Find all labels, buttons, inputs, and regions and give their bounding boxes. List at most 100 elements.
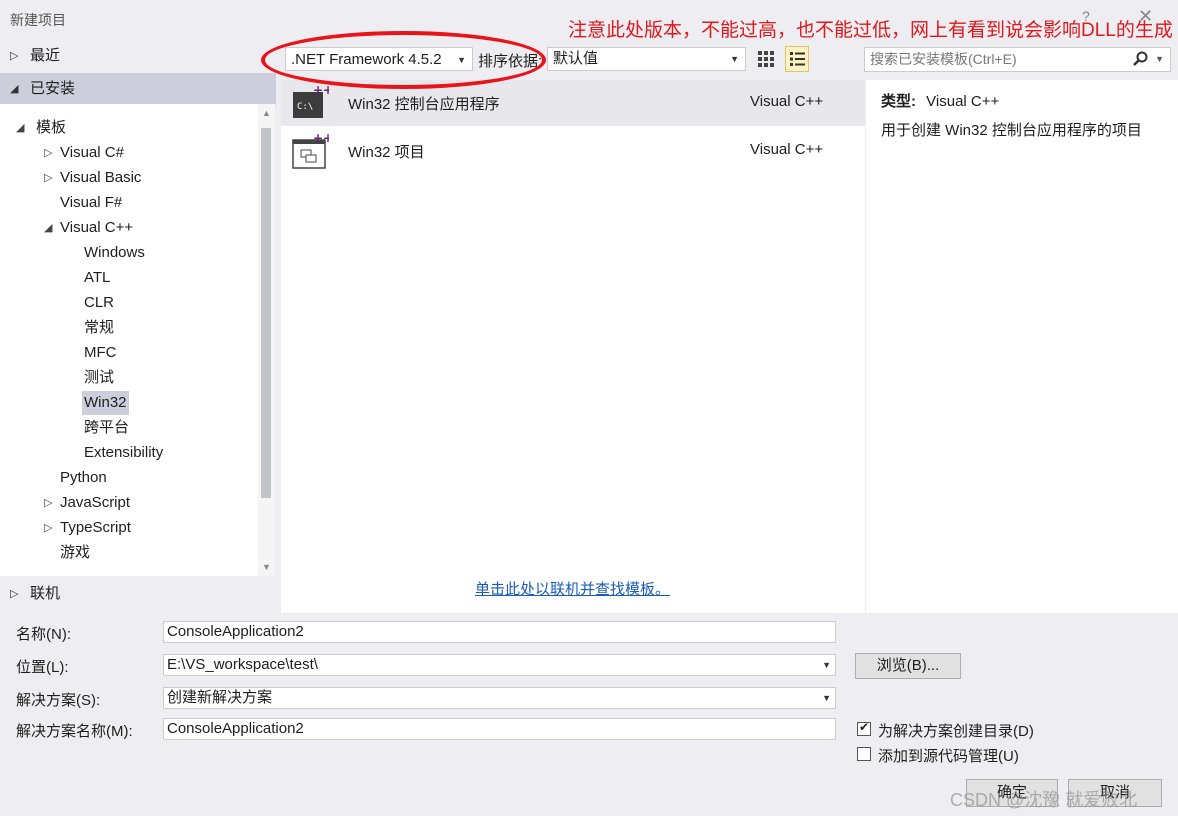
chevron-right-icon: ▷ bbox=[10, 588, 19, 600]
window-title: 新建项目 bbox=[10, 12, 66, 28]
tree-item-label: Python bbox=[60, 469, 107, 486]
installed-section[interactable]: ◢ 已安装 bbox=[0, 73, 276, 105]
tree-item[interactable]: 跨平台 bbox=[0, 416, 258, 440]
recent-label: 最近 bbox=[30, 47, 61, 64]
tree-item-label: CLR bbox=[84, 294, 115, 311]
chevron-right-icon[interactable]: ▷ bbox=[44, 141, 52, 165]
search-input[interactable]: 搜索已安装模板(Ctrl+E) ▼ bbox=[864, 47, 1171, 72]
solution-name-field[interactable]: ConsoleApplication2 bbox=[163, 718, 836, 740]
tree-item-label: 测试 bbox=[84, 369, 115, 386]
recent-section[interactable]: ▷ 最近 bbox=[0, 40, 276, 72]
sort-value: 默认值 bbox=[553, 50, 599, 67]
name-label: 名称(N): bbox=[16, 626, 71, 643]
tree-item[interactable]: MFC bbox=[0, 341, 258, 365]
svg-text:++: ++ bbox=[313, 84, 329, 97]
tree-item-label: Win32 bbox=[82, 391, 129, 415]
solution-label: 解决方案(S): bbox=[16, 692, 101, 709]
template-language: Visual C++ bbox=[750, 141, 824, 158]
dropdown-arrow-icon: ▼ bbox=[822, 660, 831, 670]
tree-item-label: Visual Basic bbox=[60, 169, 142, 186]
type-label: 类型: bbox=[881, 93, 916, 110]
tree-item[interactable]: CLR bbox=[0, 291, 258, 315]
console-template-icon: C:\ ++ bbox=[291, 83, 333, 122]
list-view-icon[interactable] bbox=[785, 46, 809, 72]
tree-item[interactable]: Visual F# bbox=[0, 191, 258, 215]
details-panel bbox=[866, 80, 1178, 613]
tree-item[interactable]: ▷ JavaScript bbox=[0, 491, 258, 515]
solution-select[interactable]: 创建新解决方案 ▼ bbox=[163, 687, 836, 709]
template-item-win32-project[interactable]: ++ Win32 项目 Visual C++ bbox=[281, 128, 865, 174]
tree-item[interactable]: ATL bbox=[0, 266, 258, 290]
tree-item-label: 常规 bbox=[84, 319, 115, 336]
window-template-icon: ++ bbox=[291, 131, 333, 170]
installed-label: 已安装 bbox=[30, 80, 76, 97]
tree-item-label: Extensibility bbox=[84, 444, 164, 461]
tree-item-label: Visual C++ bbox=[60, 219, 134, 236]
template-list: C:\ ++ Win32 控制台应用程序 Visual C++ ++ Win32… bbox=[281, 80, 865, 613]
template-name: Win32 控制台应用程序 bbox=[348, 96, 500, 113]
tree-item-label: Visual F# bbox=[60, 194, 123, 211]
dropdown-arrow-icon: ▼ bbox=[730, 54, 739, 64]
scrollbar-thumb[interactable] bbox=[261, 128, 271, 498]
template-description: 用于创建 Win32 控制台应用程序的项目 bbox=[881, 122, 1142, 139]
annotation-ellipse bbox=[261, 31, 546, 89]
online-section[interactable]: ▷ 联机 bbox=[0, 578, 276, 610]
dropdown-arrow-icon[interactable]: ▼ bbox=[1155, 48, 1164, 71]
tree-item[interactable]: 常规 bbox=[0, 316, 258, 340]
tree-item[interactable]: Windows bbox=[0, 241, 258, 265]
source-control-checkbox[interactable] bbox=[857, 747, 871, 761]
create-directory-label: 为解决方案创建目录(D) bbox=[878, 723, 1034, 740]
tree-item-label: ATL bbox=[84, 269, 111, 286]
chevron-right-icon[interactable]: ▷ bbox=[44, 516, 52, 540]
online-label: 联机 bbox=[30, 585, 61, 602]
location-field[interactable]: E:\VS_workspace\test\ ▼ bbox=[163, 654, 836, 676]
annotation-note: 注意此处版本，不能过高，也不能过低，网上有看到说会影响DLL的生成 bbox=[568, 20, 1173, 41]
solution-name-label: 解决方案名称(M): bbox=[16, 723, 133, 740]
browse-button[interactable]: 浏览(B)... bbox=[855, 653, 961, 679]
tree-item[interactable]: Extensibility bbox=[0, 441, 258, 465]
tree-item[interactable]: ▷ Visual C# bbox=[0, 141, 258, 165]
svg-text:++: ++ bbox=[313, 132, 329, 145]
tree-item-label: 模板 bbox=[36, 119, 67, 136]
template-name: Win32 项目 bbox=[348, 144, 425, 161]
search-placeholder: 搜索已安装模板(Ctrl+E) bbox=[870, 51, 1017, 67]
template-tree[interactable]: ◢ 模板 ▷ Visual C# ▷ Visual Basic Visual F# ◢ Visu… bbox=[0, 104, 258, 576]
tree-item[interactable]: ▷ Visual Basic bbox=[0, 166, 258, 190]
chevron-right-icon: ▷ bbox=[10, 50, 19, 62]
tree-item[interactable]: ▷ TypeScript bbox=[0, 516, 258, 540]
tree-item[interactable]: Python bbox=[0, 466, 258, 490]
search-icon[interactable] bbox=[1132, 51, 1148, 74]
find-online-templates-link[interactable]: 单击此处以联机并查找模板。 bbox=[475, 578, 670, 599]
chevron-right-icon[interactable]: ▷ bbox=[44, 491, 52, 515]
grid-view-icon[interactable] bbox=[755, 48, 777, 70]
tree-item[interactable]: 测试 bbox=[0, 366, 258, 390]
tree-item[interactable]: ◢ Visual C++ bbox=[0, 216, 258, 240]
type-value: Visual C++ bbox=[926, 93, 1000, 110]
chevron-down-icon[interactable]: ◢ bbox=[16, 116, 24, 140]
type-row: 类型: Visual C++ bbox=[881, 90, 999, 111]
tree-item[interactable]: 游戏 bbox=[0, 541, 258, 565]
chevron-down-icon[interactable]: ◢ bbox=[44, 216, 52, 240]
tree-item[interactable]: ◢ 模板 bbox=[0, 116, 258, 140]
watermark: CSDN @沈豫 就爱败北 bbox=[950, 790, 1138, 810]
create-directory-checkbox[interactable] bbox=[857, 720, 871, 736]
tree-item-label: 跨平台 bbox=[84, 419, 130, 436]
scroll-down-icon[interactable]: ▼ bbox=[262, 562, 271, 572]
chevron-right-icon[interactable]: ▷ bbox=[44, 166, 52, 190]
svg-text:C:\: C:\ bbox=[297, 102, 313, 112]
location-label: 位置(L): bbox=[16, 659, 69, 676]
tree-item[interactable]: Win32 bbox=[0, 391, 258, 415]
scroll-up-icon[interactable]: ▲ bbox=[262, 108, 271, 118]
tree-item-label: Windows bbox=[84, 244, 145, 261]
location-value: E:\VS_workspace\test\ bbox=[167, 656, 318, 673]
tree-item-label: MFC bbox=[84, 344, 117, 361]
source-control-label: 添加到源代码管理(U) bbox=[878, 748, 1019, 765]
tree-item-label: TypeScript bbox=[60, 519, 131, 536]
template-language: Visual C++ bbox=[750, 93, 824, 110]
name-field[interactable]: ConsoleApplication2 bbox=[163, 621, 836, 643]
sort-select[interactable]: 默认值 ▼ bbox=[547, 47, 746, 71]
dropdown-arrow-icon: ▼ bbox=[822, 693, 831, 703]
tree-item-label: JavaScript bbox=[60, 494, 131, 511]
tree-item-label: Visual C# bbox=[60, 144, 124, 161]
tree-item-label: 游戏 bbox=[60, 544, 91, 561]
